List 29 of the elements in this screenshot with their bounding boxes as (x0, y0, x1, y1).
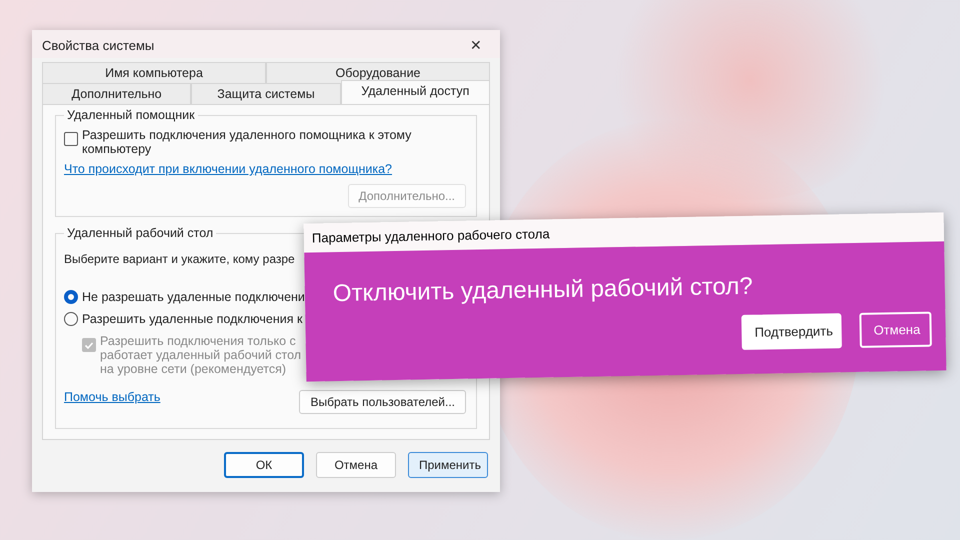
checkbox-label: работает удаленный рабочий стол (100, 348, 302, 362)
tab[interactable]: Удаленный доступ (340, 80, 490, 104)
radio-button[interactable] (64, 290, 78, 304)
help-link[interactable]: Что происходит при включении удаленного помощника? (64, 162, 392, 176)
radio-label: Разрешить удаленные подключения к (82, 312, 302, 326)
tab[interactable]: Имя компьютера (42, 62, 266, 83)
radio-label: Не разрешать удаленные подключени (82, 290, 305, 304)
radio-button[interactable] (64, 312, 78, 326)
checkbox-label: на уровне сети (рекомендуется) (100, 362, 288, 376)
window-title: Свойства системы (42, 38, 154, 52)
tab[interactable]: Оборудование (266, 62, 490, 83)
close-button[interactable]: ✕ (464, 36, 488, 54)
confirm-message: Отключить удаленный рабочий стол? (332, 272, 754, 308)
dialog-button[interactable]: ОК (224, 452, 304, 478)
group-title: Удаленный помощник (64, 108, 198, 122)
dialog-button[interactable]: Применить (408, 452, 488, 478)
dialog-button[interactable]: Отмена (859, 312, 932, 348)
dialog-button[interactable]: Подтвердить (741, 313, 842, 350)
help-link[interactable]: Помочь выбрать (64, 390, 160, 404)
tab[interactable]: Дополнительно (42, 83, 192, 104)
tab[interactable]: Защита системы (191, 83, 341, 104)
select-users-button[interactable]: Выбрать пользователей... (299, 390, 466, 414)
checkbox-label: Разрешить подключения удаленного помощника к этому компьютеру (82, 128, 412, 156)
dialog-button[interactable]: Отмена (316, 452, 396, 478)
checkbox[interactable] (64, 132, 78, 146)
instruction-text: Выберите вариант и укажите, кому разре (64, 252, 295, 266)
checkbox-label: Разрешить подключения только с (100, 334, 297, 348)
dialog-title: Параметры удаленного рабочего стола (312, 226, 550, 246)
group-title: Удаленный рабочий стол (64, 226, 216, 240)
